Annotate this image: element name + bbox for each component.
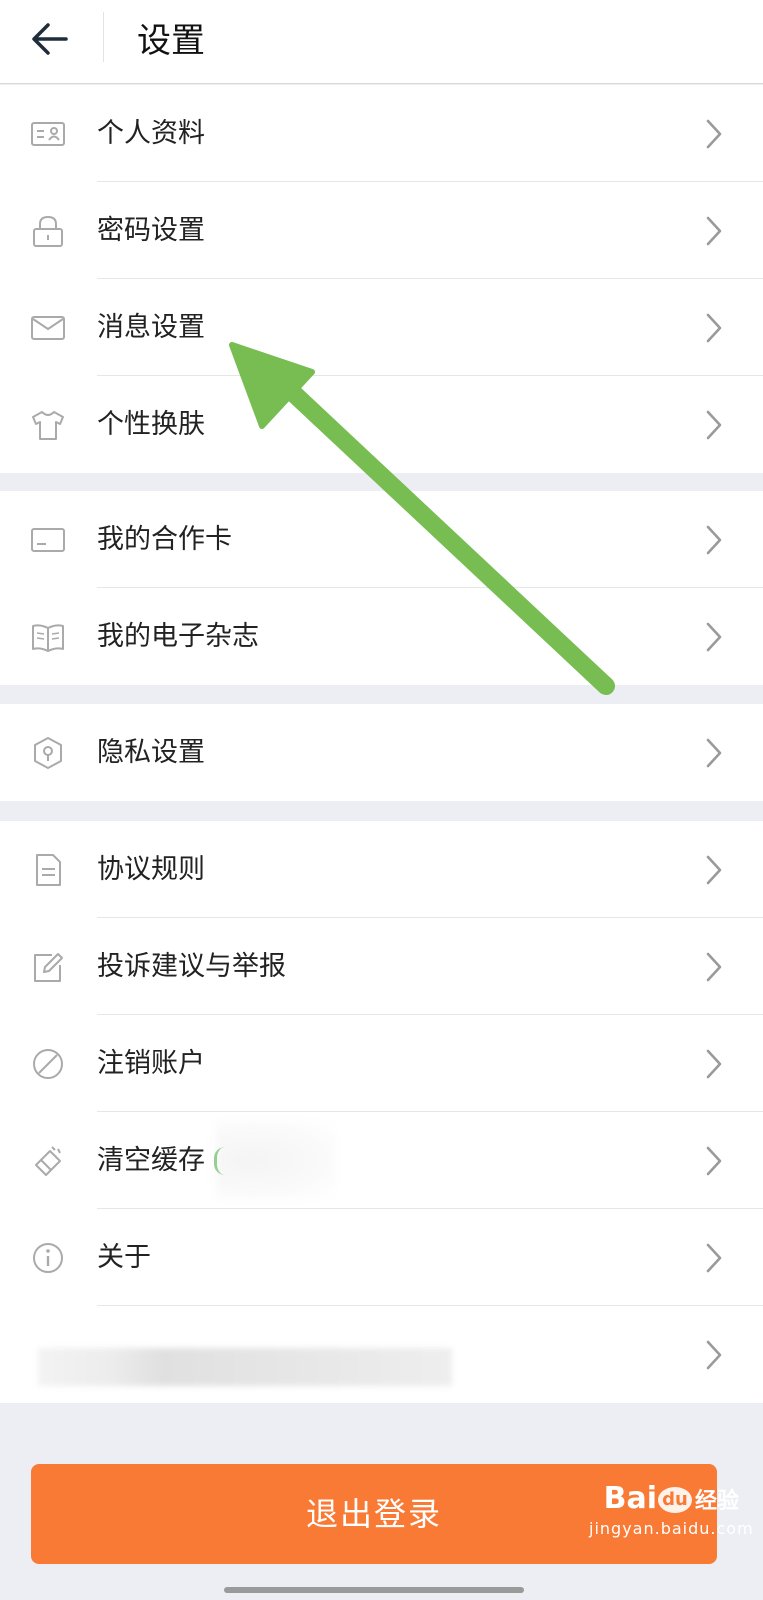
settings-group-general: 协议规则 投诉建议与举报 注销账户 清空缓存 关于 (0, 821, 763, 1403)
settings-item-label: 个人资料 (97, 118, 205, 149)
settings-item-blurred[interactable] (0, 1306, 763, 1403)
chevron-right-icon (706, 952, 722, 982)
settings-group-account: 个人资料 密码设置 消息设置 个性换肤 (0, 85, 763, 473)
settings-item-label: 协议规则 (97, 854, 205, 885)
info-icon (33, 1243, 63, 1273)
chevron-right-icon (706, 855, 722, 885)
settings-item-label: 关于 (97, 1242, 151, 1273)
settings-item-label: 注销账户 (97, 1048, 205, 1079)
chevron-right-icon (706, 216, 722, 246)
settings-group-privacy: 隐私设置 (0, 704, 763, 801)
tshirt-icon (32, 411, 64, 440)
book-icon (32, 624, 64, 652)
baidu-jingyan-watermark: Bai du 经验 jingyan.baidu.com (589, 1482, 754, 1574)
eraser-icon (35, 1146, 61, 1176)
watermark-logo: Bai du 经验 (589, 1482, 739, 1519)
chevron-right-icon (706, 410, 722, 440)
header-divider (103, 12, 104, 62)
chevron-right-icon (706, 1340, 722, 1370)
back-arrow-icon (32, 23, 68, 55)
settings-item-profile[interactable]: 个人资料 (0, 85, 763, 182)
settings-item-password[interactable]: 密码设置 (0, 182, 763, 279)
chevron-right-icon (706, 525, 722, 555)
settings-group-cards: 我的合作卡 我的电子杂志 (0, 491, 763, 685)
settings-item-privacy[interactable]: 隐私设置 (0, 704, 763, 801)
watermark-site: jingyan.baidu.com (589, 1519, 754, 1538)
settings-item-clear-cache[interactable]: 清空缓存 (0, 1112, 763, 1209)
back-button[interactable] (22, 14, 78, 70)
prohibited-icon (33, 1049, 63, 1079)
home-indicator (224, 1587, 524, 1593)
settings-item-about[interactable]: 关于 (0, 1209, 763, 1306)
settings-item-label: 清空缓存 (97, 1145, 205, 1176)
settings-item-label: 隐私设置 (97, 737, 205, 768)
watermark-du: du (657, 1486, 692, 1513)
top-app-bar: 设置 (0, 0, 763, 84)
chevron-right-icon (706, 1049, 722, 1079)
settings-item-theme[interactable]: 个性换肤 (0, 376, 763, 473)
settings-item-label: 个性换肤 (97, 409, 205, 440)
page-title: 设置 (137, 21, 205, 61)
settings-item-ebook[interactable]: 我的电子杂志 (0, 588, 763, 685)
envelope-icon (31, 316, 65, 340)
watermark-brand: Bai (603, 1481, 657, 1516)
lock-icon (33, 215, 63, 247)
blurred-badge (216, 1121, 336, 1199)
settings-item-partner-card[interactable]: 我的合作卡 (0, 491, 763, 588)
id-card-icon (31, 122, 65, 146)
settings-item-label: 投诉建议与举报 (97, 951, 286, 982)
settings-item-delete-account[interactable]: 注销账户 (0, 1015, 763, 1112)
chevron-right-icon (706, 1146, 722, 1176)
watermark-jy: 经验 (694, 1489, 739, 1514)
settings-item-messages[interactable]: 消息设置 (0, 279, 763, 376)
chevron-right-icon (706, 1243, 722, 1273)
card-icon (31, 528, 65, 552)
shield-key-icon (34, 737, 62, 769)
settings-item-label: 我的电子杂志 (97, 621, 259, 652)
settings-item-feedback[interactable]: 投诉建议与举报 (0, 918, 763, 1015)
chevron-right-icon (706, 738, 722, 768)
chevron-right-icon (706, 622, 722, 652)
settings-item-agreement[interactable]: 协议规则 (0, 821, 763, 918)
settings-item-label: 消息设置 (97, 312, 205, 343)
blurred-badge-edge (214, 1147, 225, 1175)
settings-item-label: 我的合作卡 (97, 524, 232, 555)
edit-icon (34, 953, 63, 982)
chevron-right-icon (706, 313, 722, 343)
chevron-right-icon (706, 119, 722, 149)
document-icon (36, 854, 61, 886)
settings-item-label: 密码设置 (97, 215, 205, 246)
blurred-label (38, 1348, 452, 1386)
